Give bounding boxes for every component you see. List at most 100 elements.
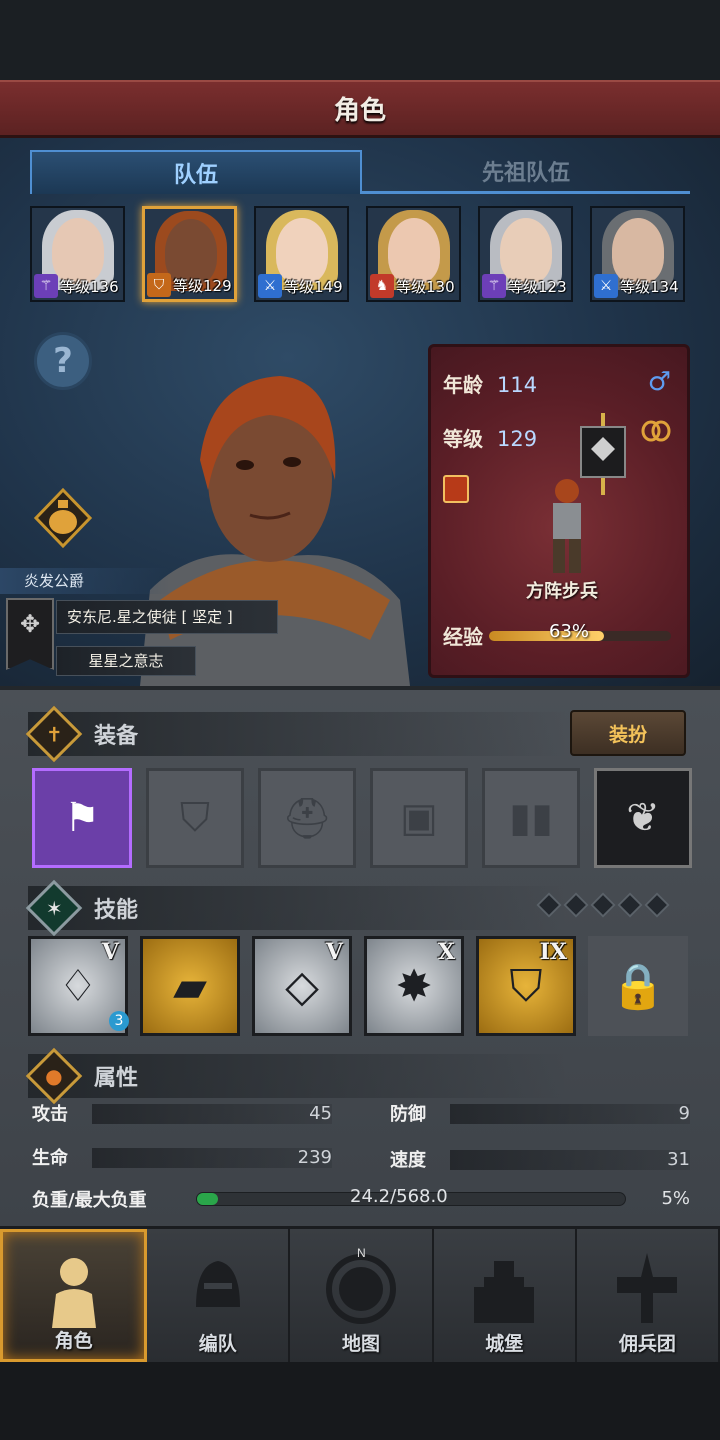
load-value: 24.2/568.0: [350, 1186, 448, 1207]
hero-info-card: 年龄 114 ♂ 等级 129 方阵步兵 经验 63%: [428, 344, 690, 678]
stat-label: 防御: [390, 1104, 426, 1125]
title-bar: 角色: [0, 80, 720, 138]
stat-value: 31: [667, 1148, 690, 1170]
skill-pips: [536, 892, 670, 918]
member-level: ♞ 等级130: [370, 274, 455, 298]
dress-button[interactable]: 装扮: [570, 710, 686, 756]
tab-ancestor-team[interactable]: 先祖队伍: [362, 150, 690, 194]
nav-map[interactable]: N 地图: [290, 1229, 434, 1362]
unit-soldier-icon: [553, 479, 581, 573]
nav-label: 地图: [342, 1333, 381, 1355]
skill-pip: [590, 892, 616, 918]
level-label: 等级: [443, 427, 483, 451]
skill-slot-locked[interactable]: 🔒: [588, 936, 688, 1036]
mercenary-icon: [617, 1253, 678, 1323]
question-icon: ?: [53, 341, 73, 381]
skill-rank: IX: [539, 939, 567, 965]
skill-slot-2[interactable]: ▰: [140, 936, 240, 1036]
nav-label: 城堡: [485, 1333, 524, 1355]
equip-slot-shield[interactable]: ⛉: [146, 768, 244, 868]
ring-icon[interactable]: [641, 419, 671, 443]
stat-track: [450, 1104, 690, 1124]
hero-will: 星星之意志: [56, 646, 196, 676]
bottom-strip: [0, 1362, 720, 1440]
potion-icon: [34, 488, 92, 548]
level-value: 129: [497, 427, 538, 451]
age-label: 年龄: [443, 373, 483, 397]
castle-icon: [474, 1261, 535, 1323]
equip-slot-armor[interactable]: ▣: [370, 768, 468, 868]
shield-icon: ⛉: [147, 273, 171, 297]
skill-slot-1[interactable]: ♢ V 3: [28, 936, 129, 1036]
crystal-skill-icon: ◇: [285, 960, 319, 1012]
sword-icon: ⚔: [258, 274, 282, 298]
svg-text:N: N: [357, 1247, 366, 1260]
equip-slot-helmet[interactable]: ⛑: [258, 768, 356, 868]
stat-label: 攻击: [32, 1104, 68, 1125]
skill-pip: [617, 892, 643, 918]
xp-row: 经验 63%: [443, 621, 671, 650]
boots-icon: ▮▮: [508, 795, 554, 841]
equipment-header: ✝ 装备: [25, 705, 568, 763]
xp-percent: 63%: [549, 620, 590, 642]
skill-slots: ♢ V 3 ▰ ◇ V ✸ X ⛉ IX 🔒: [28, 936, 688, 1036]
member-level-text: 等级134: [620, 277, 679, 296]
skill-slot-3[interactable]: ◇ V: [252, 936, 352, 1036]
help-button[interactable]: ?: [34, 332, 92, 390]
nav-label: 佣兵团: [618, 1333, 676, 1355]
stat-track: [450, 1150, 690, 1170]
hero-name: 安东尼.星之使徒 [ 坚定 ]: [56, 600, 278, 634]
shield-class-icon: [443, 475, 469, 503]
member-level-text: 等级136: [60, 277, 119, 296]
skill-slot-4[interactable]: ✸ X: [364, 936, 464, 1036]
roster-member-2[interactable]: ⛉ 等级129: [142, 206, 237, 302]
member-level-text: 等级123: [508, 277, 567, 296]
shield-skill-icon: ⛉: [509, 960, 543, 1012]
stat-track: [92, 1148, 332, 1168]
stat-value: 239: [297, 1146, 332, 1168]
xp-bar: 63%: [489, 621, 671, 642]
equip-slot-boots[interactable]: ▮▮: [482, 768, 580, 868]
member-level: ⚚ 等级136: [34, 274, 119, 298]
staff-icon: ⚚: [34, 274, 58, 298]
roster-member-5[interactable]: ⚚ 等级123: [478, 206, 573, 302]
cross-icon: ✝: [25, 705, 83, 763]
male-icon: ♂: [647, 367, 671, 397]
member-level: ⛉ 等级129: [147, 273, 232, 297]
attributes-header: ● 属性: [25, 1047, 568, 1105]
skill-rank: V: [101, 939, 119, 965]
tab-team[interactable]: 队伍: [30, 150, 362, 194]
load-percent: 5%: [661, 1188, 690, 1209]
equip-slot-cape[interactable]: ❦: [594, 768, 692, 868]
member-level: ⚔ 等级149: [258, 274, 343, 298]
horse-icon: ♞: [370, 274, 394, 298]
stat-track: [92, 1104, 332, 1124]
roster-member-6[interactable]: ⚔ 等级134: [590, 206, 685, 302]
stat-speed: 速度 31: [390, 1146, 690, 1172]
roster-member-1[interactable]: ⚚ 等级136: [30, 206, 125, 302]
page-title: 角色: [333, 96, 386, 126]
equip-slot-banner[interactable]: ⚑: [32, 768, 132, 868]
skill-rank: X: [437, 939, 455, 965]
stat-load: 负重/最大负重: [32, 1186, 202, 1212]
potion-button[interactable]: [34, 488, 92, 548]
member-level-text: 等级129: [173, 276, 232, 295]
roster-member-4[interactable]: ♞ 等级130: [366, 206, 461, 302]
nav-mercenary[interactable]: 佣兵团: [576, 1229, 720, 1362]
nav-formation[interactable]: 编队: [147, 1229, 291, 1362]
roster-member-3[interactable]: ⚔ 等级149: [254, 206, 349, 302]
stat-label: 负重/最大负重: [32, 1190, 147, 1211]
helmet-icon: ⛑: [281, 795, 333, 842]
member-level: ⚔ 等级134: [594, 274, 679, 298]
skill-slot-5[interactable]: ⛉ IX: [476, 936, 576, 1036]
banner-icon: ⚑: [64, 795, 100, 841]
nav-castle[interactable]: 城堡: [433, 1229, 577, 1362]
team-tabs: 队伍 先祖队伍: [30, 150, 690, 194]
load-fill: [197, 1193, 219, 1205]
nav-character[interactable]: 角色: [0, 1229, 148, 1362]
age-value: 114: [497, 373, 538, 397]
hero-portrait: [140, 376, 410, 686]
roster: ⚚ 等级136 ⛉ 等级129 ⚔ 等级149 ♞ 等级130 ⚚ 等级123: [30, 206, 690, 302]
skills-title: 技能: [94, 898, 139, 923]
equipment-slots: ⚑ ⛉ ⛑ ▣ ▮▮ ❦: [32, 768, 692, 868]
